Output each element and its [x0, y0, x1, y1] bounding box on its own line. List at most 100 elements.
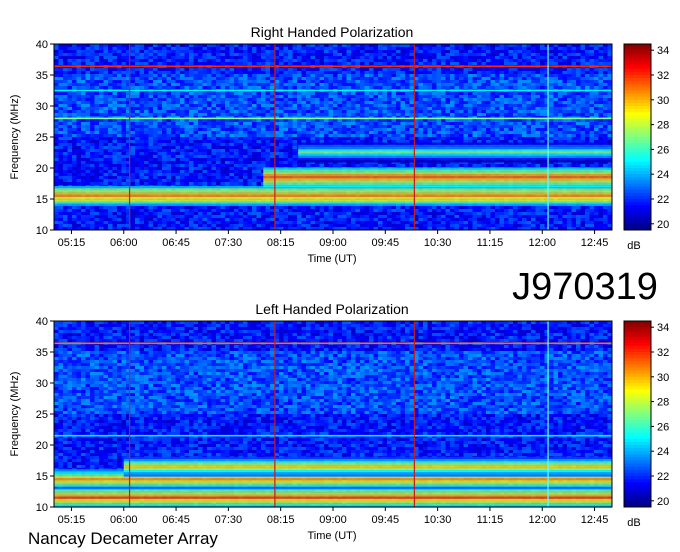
heatmap-cell: [171, 92, 176, 96]
heatmap-cell: [306, 95, 311, 99]
heatmap-cell: [121, 77, 127, 81]
heatmap-cell: [310, 164, 316, 168]
heatmap-cell: [391, 71, 397, 75]
heatmap-cell: [355, 77, 361, 81]
heatmap-cell: [99, 107, 104, 111]
heatmap-cell: [171, 47, 176, 51]
heatmap-cell: [319, 218, 325, 222]
heatmap-cell: [202, 44, 208, 48]
heatmap-cell: [279, 113, 284, 117]
heatmap-cell: [58, 128, 64, 132]
heatmap-cell: [229, 164, 235, 168]
heatmap-cell: [378, 137, 383, 141]
heatmap-cell: [346, 98, 352, 102]
heatmap-cell: [130, 59, 136, 63]
heatmap-cell: [342, 71, 347, 75]
heatmap-cell: [90, 179, 95, 183]
heatmap-cell: [117, 110, 122, 114]
heatmap-cell: [405, 212, 410, 216]
heatmap-cell: [184, 74, 190, 78]
heatmap-cell: [238, 125, 244, 129]
heatmap-cell: [292, 122, 298, 126]
heatmap-cell: [76, 149, 82, 153]
heatmap-cell: [247, 50, 253, 54]
heatmap-cell: [270, 221, 275, 225]
heatmap-cell: [130, 206, 136, 210]
heatmap-cell: [409, 125, 415, 129]
heatmap-cell: [189, 59, 194, 63]
heatmap-cell: [121, 224, 127, 228]
heatmap-cell: [216, 221, 221, 225]
heatmap-cell: [207, 101, 212, 105]
heatmap-cell: [117, 167, 122, 171]
heatmap-cell: [238, 101, 244, 105]
heatmap-cell: [279, 56, 284, 60]
heatmap-cell: [283, 224, 289, 228]
heatmap-cell: [148, 50, 154, 54]
heatmap-cell: [405, 164, 410, 168]
heatmap-cell: [319, 206, 325, 210]
heatmap-cell: [180, 149, 185, 153]
heatmap-cell: [202, 98, 208, 102]
heatmap-cell: [351, 62, 356, 66]
heatmap-cell: [90, 56, 95, 60]
heatmap-cell: [400, 131, 406, 135]
heatmap-cell: [54, 128, 59, 132]
heatmap-cell: [292, 161, 298, 165]
heatmap-cell: [252, 80, 257, 84]
heatmap-cell: [297, 86, 302, 90]
heatmap-cell: [207, 95, 212, 99]
heatmap-cell: [373, 164, 379, 168]
heatmap-cell: [175, 59, 181, 63]
heatmap-cell: [405, 59, 410, 63]
heatmap-cell: [396, 107, 401, 111]
heatmap-cell: [148, 62, 154, 66]
heatmap-cell: [261, 161, 266, 165]
heatmap-cell: [409, 110, 415, 114]
heatmap-cell: [144, 68, 149, 72]
heatmap-cell: [166, 164, 172, 168]
heatmap-cell: [135, 104, 140, 108]
heatmap-cell: [202, 92, 208, 96]
heatmap-cell: [76, 215, 82, 219]
heatmap-cell: [72, 182, 77, 186]
heatmap-cell: [207, 212, 212, 216]
heatmap-cell: [67, 44, 73, 48]
heatmap-cell: [319, 71, 325, 75]
heatmap-cell: [328, 209, 334, 213]
heatmap-cell: [135, 113, 140, 117]
heatmap-cell: [126, 71, 131, 75]
heatmap-cell: [382, 164, 388, 168]
heatmap-cell: [315, 107, 320, 111]
heatmap-cell: [387, 107, 392, 111]
heatmap-cell: [67, 206, 73, 210]
heatmap-cell: [202, 179, 208, 183]
heatmap-cell: [54, 125, 59, 129]
heatmap-cell: [58, 47, 64, 51]
heatmap-cell: [67, 59, 73, 63]
heatmap-cell: [229, 59, 235, 63]
heatmap-cell: [261, 122, 266, 126]
heatmap-cell: [283, 68, 289, 72]
heatmap-cell: [180, 95, 185, 99]
heatmap-cell: [112, 68, 118, 72]
heatmap-cell: [211, 47, 217, 51]
heatmap-cell: [171, 44, 176, 48]
heatmap-cell: [315, 50, 320, 54]
heatmap-cell: [369, 53, 374, 57]
heatmap-cell: [220, 83, 226, 87]
heatmap-cell: [306, 68, 311, 72]
heatmap-cell: [229, 137, 235, 141]
heatmap-cell: [180, 221, 185, 225]
heatmap-cell: [108, 74, 113, 78]
heatmap-cell: [360, 128, 365, 132]
heatmap-cell: [184, 62, 190, 66]
heatmap-cell: [81, 101, 86, 105]
heatmap-cell: [229, 101, 235, 105]
heatmap-cell: [355, 56, 361, 60]
heatmap-cell: [198, 224, 203, 228]
heatmap-cell: [193, 95, 199, 99]
heatmap-cell: [229, 53, 235, 57]
heatmap-cell: [315, 98, 320, 102]
heatmap-cell: [112, 128, 118, 132]
